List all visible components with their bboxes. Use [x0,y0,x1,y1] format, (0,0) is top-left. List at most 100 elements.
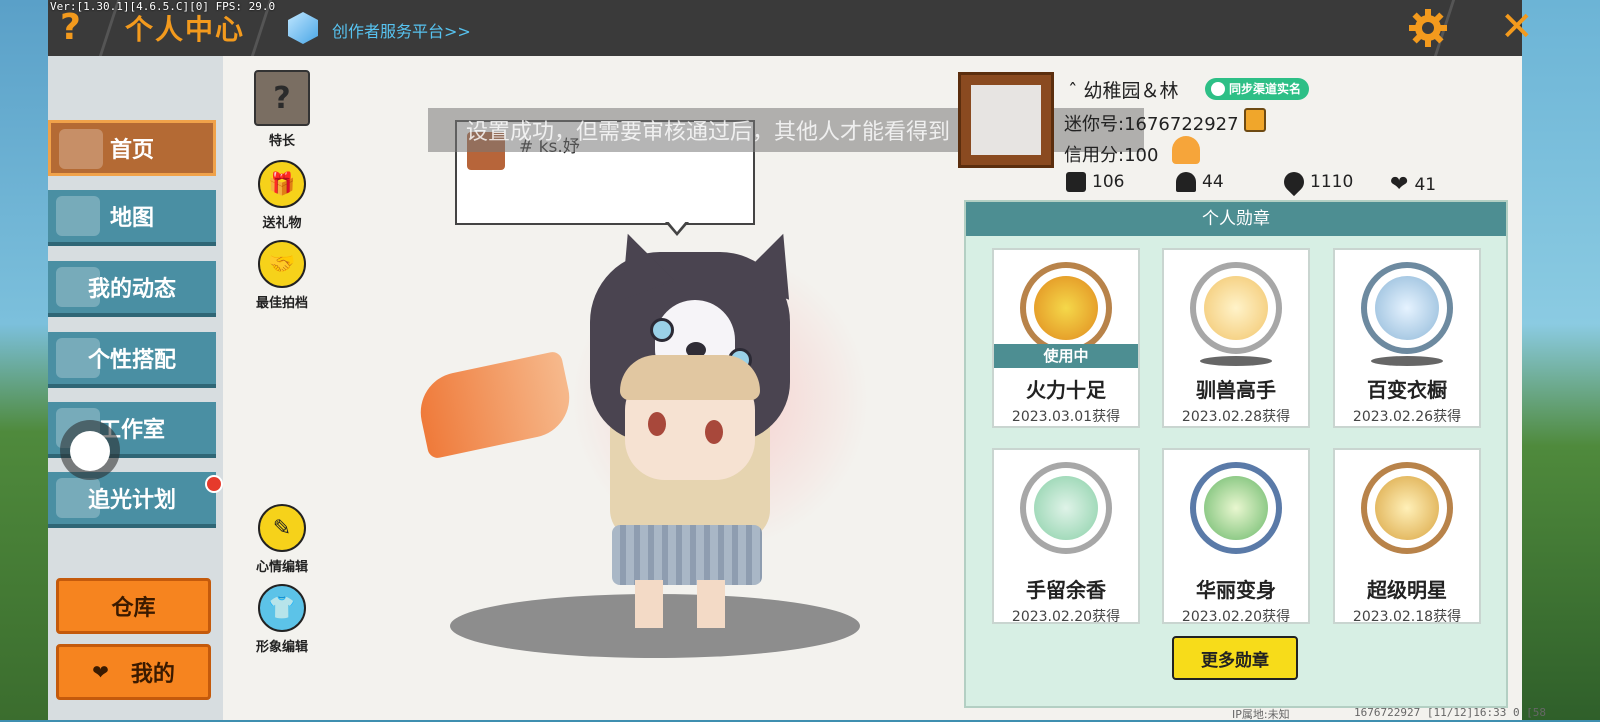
medal-card[interactable]: 超级明星 2023.02.18获得 [1333,448,1481,625]
sidebar-item-outfit[interactable]: 个性搭配 [48,332,216,388]
outfit-icon [56,338,100,378]
sidebar-item-label: 个性搭配 [87,348,176,373]
outfit-icon: 👕 [258,584,306,632]
character-eye [648,412,666,436]
medal-name: 华丽变身 [1196,578,1276,602]
credit-score: 信用分:100 [1064,145,1159,166]
notification-dot [205,475,223,493]
medal-name: 百变衣橱 [1367,378,1447,402]
gift-icon: 🎁 [258,160,306,208]
chase-light-icon [56,478,100,518]
page-title: 个人中心 [125,13,246,46]
heart-icon: ❤ [1390,172,1409,197]
avatar[interactable] [958,72,1054,168]
medal-card[interactable]: 百变衣橱 2023.02.26获得 [1333,248,1481,428]
real-name-badge[interactable]: 同步渠道实名 [1205,78,1310,100]
medal-stand [1200,356,1272,366]
plus-icon [1066,172,1086,192]
background-scenery-right [1520,0,1600,720]
stat-fans[interactable]: 44 [1176,172,1224,192]
sidebar-item-map[interactable]: 地图 [48,190,216,246]
avatar-edit-label: 形象编辑 [255,640,308,655]
heart-icon: ❤ [92,660,109,684]
medal-date: 2023.03.01获得 [1011,409,1121,425]
medals-header: 个人勋章 [966,202,1506,236]
partner-tool[interactable]: 🤝 最佳拍档 [242,240,322,311]
more-medals-button[interactable]: 更多勋章 [1172,636,1298,680]
edit-icon: ✎ [258,504,306,552]
question-mark-icon[interactable]: ? [60,8,81,48]
medal-card[interactable]: 华丽变身 2023.02.20获得 [1162,448,1310,625]
sidebar-item-label: 首页 [109,138,154,163]
medal-card[interactable]: 手留余香 2023.02.20获得 [992,448,1140,625]
medal-fragrance-icon [1020,462,1112,554]
in-use-label: 使用中 [994,344,1138,368]
medal-horse-icon [1190,262,1282,354]
nickname: ˆ 幼稚园＆林 [1068,80,1179,102]
partner-label: 最佳拍档 [255,296,308,311]
character-legs [635,580,735,630]
background-scenery-left [0,0,48,720]
mood-edit-tool[interactable]: ✎ 心情编辑 [242,504,322,575]
medal-name: 手留余香 [1026,578,1106,602]
medal-date: 2023.02.28获得 [1181,409,1291,425]
medal-superstar-icon [1361,462,1453,554]
character-eye [705,420,723,444]
question-box-icon: ? [254,70,310,126]
sidebar-item-label: 地图 [109,206,154,231]
handshake-icon: 🤝 [258,240,306,288]
mini-id: 迷你号:1676722927 [1064,114,1239,135]
close-icon[interactable]: ✕ [1500,6,1534,48]
mine-label: 我的 [130,662,175,687]
medal-name: 火力十足 [1026,378,1106,402]
medal-card[interactable]: 驯兽高手 2023.02.28获得 [1162,248,1310,428]
medal-date: 2023.02.18获得 [1352,609,1462,625]
mood-edit-label: 心情编辑 [255,560,308,575]
bubble-tail-fill [667,220,687,232]
stat-value: 41 [1414,174,1437,195]
map-icon [56,196,100,236]
copy-icon[interactable] [1244,108,1266,132]
specialty-label: 特长 [268,134,295,149]
sidebar-item-home[interactable]: 首页 [48,120,216,176]
sidebar-item-label: 我的动态 [87,277,176,302]
avatar-image [971,85,1041,155]
specialty-tool[interactable]: ? 特长 [242,70,322,149]
version-text: Ver:[1.30.1][4.6.5.C][0] FPS: 29.0 [50,0,276,13]
sidebar-item-chase-light[interactable]: 追光计划 [48,472,216,528]
stat-likes[interactable]: 106 [1066,172,1124,192]
avatar-edit-tool[interactable]: 👕 形象编辑 [242,584,322,655]
gift-label: 送礼物 [262,216,302,231]
medal-wardrobe-icon [1361,262,1453,354]
stat-value: 44 [1202,172,1224,192]
creator-platform-link[interactable]: 创作者服务平台>> [332,18,471,42]
sidebar-item-activity[interactable]: 我的动态 [48,261,216,317]
medal-date: 2023.02.26获得 [1352,409,1462,425]
stat-value: 1110 [1310,172,1354,192]
warehouse-button[interactable]: 仓库 [56,578,211,634]
medal-transform-icon [1190,462,1282,554]
gear-icon[interactable] [1408,8,1448,48]
mine-button[interactable]: ❤ 我的 [56,644,211,700]
medal-card[interactable]: 使用中 火力十足 2023.03.01获得 [992,248,1140,428]
gift-tool[interactable]: 🎁 送礼物 [242,160,322,231]
medal-name: 超级明星 [1367,578,1447,602]
medal-date: 2023.02.20获得 [1011,609,1121,625]
medals-panel: 个人勋章 使用中 火力十足 2023.03.01获得 驯兽高手 2023.02.… [964,200,1508,708]
credit-person-icon[interactable] [1172,136,1200,164]
joystick-knob[interactable] [70,431,110,471]
stat-favorites[interactable]: ❤ 41 [1390,172,1436,197]
medal-name: 驯兽高手 [1196,378,1276,402]
medal-stand [1371,356,1443,366]
medal-date: 2023.02.20获得 [1181,609,1291,625]
fire-icon [1279,167,1309,197]
hood-eye [650,318,674,342]
bell-icon [56,267,100,307]
fans-icon [1176,172,1196,192]
footer-info: 1676722927 [11/12]16:33 0 [58 [1354,706,1547,719]
home-icon [59,129,103,169]
sidebar-item-label: 追光计划 [87,488,176,513]
character-skirt [612,525,762,585]
character-hair [620,355,760,400]
stat-popularity[interactable]: 1110 [1279,167,1354,197]
